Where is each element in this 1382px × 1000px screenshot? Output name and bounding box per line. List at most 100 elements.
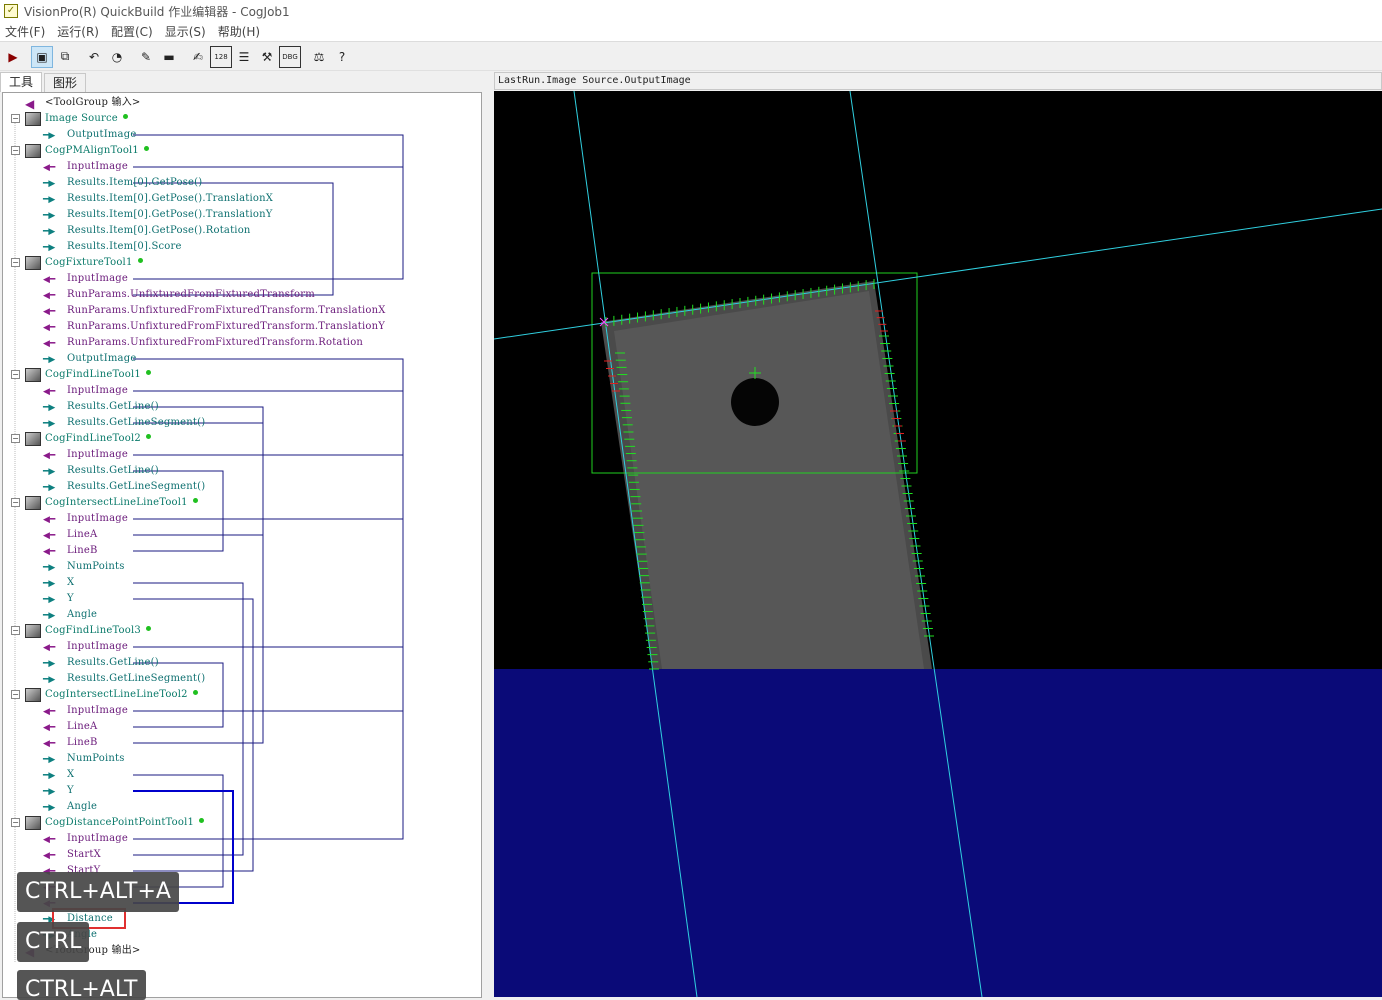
menu-config[interactable]: 配置(C) — [106, 23, 160, 40]
output-terminal[interactable]: ━▶ Results.Item[0].GetPose().TranslationX — [43, 191, 273, 207]
input-arrow-icon: ◀━ — [43, 291, 56, 301]
realtime-icon[interactable]: ◔ — [106, 46, 128, 68]
input-terminal[interactable]: ◀━ RunParams.UnfixturedFromFixturedTransf… — [43, 287, 315, 303]
input-arrow-icon: ◀━ — [43, 515, 56, 525]
menu-run[interactable]: 运行(R) — [52, 23, 106, 40]
output-arrow-icon: ━▶ — [43, 419, 56, 429]
output-terminal[interactable]: ━▶ Results.Item[0].GetPose() — [43, 175, 202, 191]
input-terminal[interactable]: ◀━ InputImage — [43, 271, 128, 287]
output-terminal[interactable]: ━▶ Results.GetLineSegment() — [43, 479, 205, 495]
collapse-icon[interactable]: − — [11, 818, 20, 827]
input-terminal[interactable]: ◀━ InputImage — [43, 447, 128, 463]
tree-group-node[interactable]: ◀ <ToolGroup 输入> — [25, 95, 141, 111]
tool-name: CogIntersectLineLineTool2 — [45, 689, 188, 700]
image-display-icon[interactable]: ▣ — [31, 45, 53, 68]
tool-name: CogFindLineTool2 — [45, 433, 141, 444]
input-terminal[interactable]: ◀━ InputImage — [43, 159, 128, 175]
input-terminal[interactable]: ◀━ RunParams.UnfixturedFromFixturedTransf… — [43, 303, 386, 319]
tool-icon — [25, 496, 41, 510]
tree-tool-node[interactable]: − CogFindLineTool2 — [11, 431, 151, 447]
collapse-icon[interactable]: − — [11, 114, 20, 123]
left-tab-strip: 工具 图形 — [0, 72, 492, 92]
tab-tools[interactable]: 工具 — [0, 72, 43, 92]
terminal-link — [133, 358, 404, 840]
output-terminal[interactable]: ━▶ X — [43, 575, 74, 591]
input-label: LineA — [67, 529, 98, 540]
output-terminal[interactable]: ━▶ OutputImage — [43, 127, 136, 143]
input-terminal[interactable]: ◀━ RunParams.UnfixturedFromFixturedTransf… — [43, 319, 385, 335]
tree-tool-node[interactable]: − CogFindLineTool1 — [11, 367, 151, 383]
output-terminal[interactable]: ━▶ X — [43, 767, 74, 783]
status-ok-icon — [145, 625, 151, 631]
menu-help[interactable]: 帮助(H) — [213, 23, 267, 40]
input-arrow-icon: ◀━ — [43, 451, 56, 461]
output-terminal[interactable]: ━▶ Results.GetLineSegment() — [43, 415, 205, 431]
counter-128-icon[interactable]: 128 — [210, 45, 232, 68]
input-arrow-icon: ◀━ — [43, 723, 56, 733]
collapse-icon[interactable]: − — [11, 146, 20, 155]
output-terminal[interactable]: ━▶ NumPoints — [43, 751, 125, 767]
output-terminal[interactable]: ━▶ Y — [43, 783, 74, 799]
output-terminal[interactable]: ━▶ Results.Item[0].Score — [43, 239, 182, 255]
input-terminal[interactable]: ◀━ LineA — [43, 527, 97, 543]
output-terminal[interactable]: ━▶ Y — [43, 591, 74, 607]
help-icon[interactable]: ? — [331, 46, 353, 68]
output-terminal[interactable]: ━▶ OutputImage — [43, 351, 136, 367]
input-terminal[interactable]: ◀━ RunParams.UnfixturedFromFixturedTransf… — [43, 335, 363, 351]
gun-icon[interactable]: ▬ — [158, 46, 180, 68]
collapse-icon[interactable]: − — [11, 690, 20, 699]
edit-note-icon[interactable]: ✍ — [187, 46, 209, 68]
job-tree-panel[interactable]: ◀ <ToolGroup 输入> − Image Source ━▶ OutputImag… — [2, 92, 482, 998]
collapse-icon[interactable]: − — [11, 498, 20, 507]
output-terminal[interactable]: ━▶ Angle — [43, 799, 97, 815]
input-terminal[interactable]: ◀━ InputImage — [43, 639, 128, 655]
list-window-icon[interactable]: ☰ — [233, 46, 255, 68]
terminal-link — [133, 358, 404, 456]
pen-icon[interactable]: ✎ — [135, 46, 157, 68]
terminal-link — [133, 358, 404, 392]
dbg-icon[interactable]: DBG — [279, 45, 301, 68]
menu-display[interactable]: 显示(S) — [160, 23, 213, 40]
input-terminal[interactable]: ◀━ InputImage — [43, 383, 128, 399]
input-terminal[interactable]: ◀━ LineB — [43, 543, 98, 559]
tree-tool-node[interactable]: − Image Source — [11, 111, 128, 127]
output-terminal[interactable]: ━▶ Results.GetLine() — [43, 655, 159, 671]
tree-tool-node[interactable]: − CogFindLineTool3 — [11, 623, 151, 639]
input-label: LineB — [67, 737, 98, 748]
output-terminal[interactable]: ━▶ Results.GetLine() — [43, 399, 159, 415]
input-arrow-icon: ◀━ — [43, 307, 56, 317]
scale-icon[interactable]: ⚖ — [308, 46, 330, 68]
fit-line-top — [494, 208, 1382, 340]
run-triangle-icon[interactable]: ▶ — [2, 46, 24, 68]
input-arrow-icon: ◀━ — [43, 339, 56, 349]
output-terminal[interactable]: ━▶ NumPoints — [43, 559, 125, 575]
output-label: Angle — [67, 609, 98, 620]
tab-graphics[interactable]: 图形 — [44, 73, 87, 92]
output-terminal[interactable]: ━▶ Results.Item[0].GetPose().TranslationY — [43, 207, 273, 223]
tree-tool-node[interactable]: − CogDistancePointPointTool1 — [11, 815, 205, 831]
collapse-icon[interactable]: − — [11, 434, 20, 443]
collapse-icon[interactable]: − — [11, 370, 20, 379]
tree-tool-node[interactable]: − CogFixtureTool1 — [11, 255, 143, 271]
input-terminal[interactable]: ◀━ InputImage — [43, 511, 128, 527]
menu-file[interactable]: 文件(F) — [0, 23, 52, 40]
tree-tool-node[interactable]: − CogPMAlignTool1 — [11, 143, 149, 159]
input-terminal[interactable]: ◀━ InputImage — [43, 831, 128, 847]
collapse-icon[interactable]: − — [11, 258, 20, 267]
tools-icon[interactable]: ⚒ — [256, 46, 278, 68]
tree-tool-node[interactable]: − CogIntersectLineLineTool2 — [11, 687, 198, 703]
input-terminal[interactable]: ◀━ StartX — [43, 847, 101, 863]
collapse-icon[interactable]: − — [11, 626, 20, 635]
output-terminal[interactable]: ━▶ Angle — [43, 607, 97, 623]
input-terminal[interactable]: ◀━ InputImage — [43, 703, 128, 719]
image-display[interactable] — [494, 91, 1382, 997]
output-terminal[interactable]: ━▶ Results.GetLine() — [43, 463, 159, 479]
input-terminal[interactable]: ◀━ LineA — [43, 719, 97, 735]
tree-tool-node[interactable]: − CogIntersectLineLineTool1 — [11, 495, 198, 511]
reset-arrow-icon[interactable]: ↶ — [83, 46, 105, 68]
copy-window-icon[interactable]: ⧉ — [54, 46, 76, 68]
input-terminal[interactable]: ◀━ LineB — [43, 735, 98, 751]
output-terminal[interactable]: ━▶ Results.GetLineSegment() — [43, 671, 205, 687]
output-terminal[interactable]: ━▶ Results.Item[0].GetPose().Rotation — [43, 223, 251, 239]
input-label: StartX — [67, 849, 101, 860]
